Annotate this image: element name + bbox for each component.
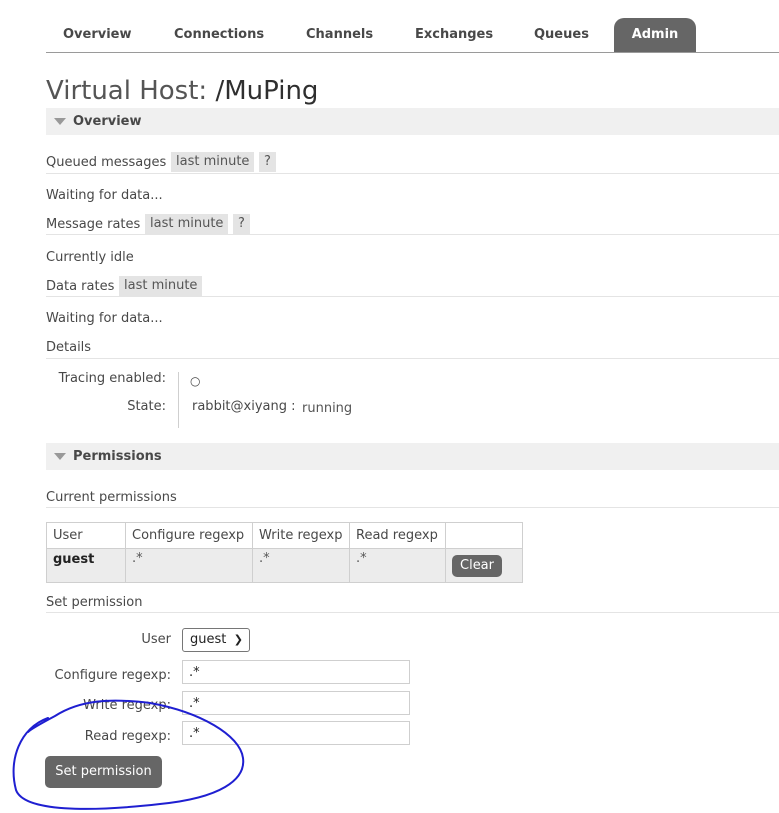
annotation-circle [12,699,245,810]
